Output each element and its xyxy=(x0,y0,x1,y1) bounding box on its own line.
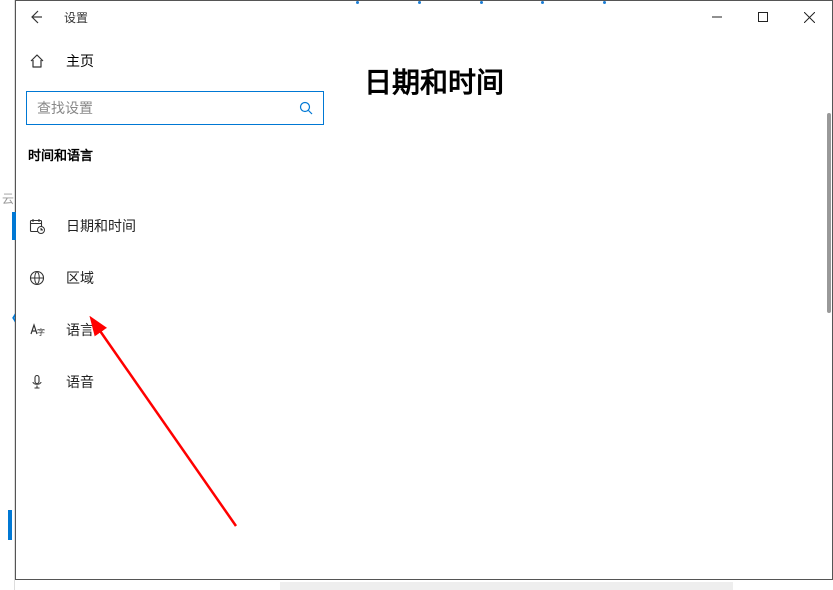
search-icon xyxy=(299,101,313,115)
sidebar-item-region[interactable]: 区域 xyxy=(16,256,334,300)
search-wrap xyxy=(26,91,324,125)
minimize-button[interactable] xyxy=(694,2,740,32)
home-nav[interactable]: 主页 xyxy=(16,43,334,79)
external-bg xyxy=(280,582,733,590)
close-button[interactable] xyxy=(786,2,832,32)
sidebar-item-label: 语音 xyxy=(66,372,94,392)
page-title: 日期和时间 xyxy=(364,61,802,101)
svg-text:字: 字 xyxy=(37,327,45,337)
search-input[interactable] xyxy=(37,100,299,116)
back-button[interactable] xyxy=(24,5,48,29)
titlebar: 设置 xyxy=(16,1,832,33)
external-strip: 云 〈 xyxy=(0,0,15,590)
microphone-icon xyxy=(28,374,46,390)
sidebar-item-language[interactable]: 字 语言 xyxy=(16,308,334,352)
search-box[interactable] xyxy=(26,91,324,125)
sidebar-item-date-time[interactable]: 日期和时间 xyxy=(16,204,334,248)
settings-window: 设置 主页 xyxy=(15,0,833,580)
globe-icon xyxy=(28,270,46,286)
maximize-button[interactable] xyxy=(740,2,786,32)
home-label: 主页 xyxy=(66,51,94,71)
sidebar-item-label: 日期和时间 xyxy=(66,216,136,236)
main-content: 日期和时间 xyxy=(334,33,832,579)
language-icon: 字 xyxy=(28,322,46,338)
sidebar-item-label: 语言 xyxy=(66,320,94,340)
calendar-clock-icon xyxy=(28,218,46,234)
section-header: 时间和语言 xyxy=(16,145,334,164)
sidebar-item-label: 区域 xyxy=(66,268,94,288)
vertical-scrollbar[interactable] xyxy=(827,113,831,313)
home-icon xyxy=(28,53,46,69)
window-title: 设置 xyxy=(64,9,88,26)
sidebar: 主页 时间和语言 日期和时间 xyxy=(16,33,334,579)
caption-buttons xyxy=(694,2,832,32)
sidebar-item-speech[interactable]: 语音 xyxy=(16,360,334,404)
